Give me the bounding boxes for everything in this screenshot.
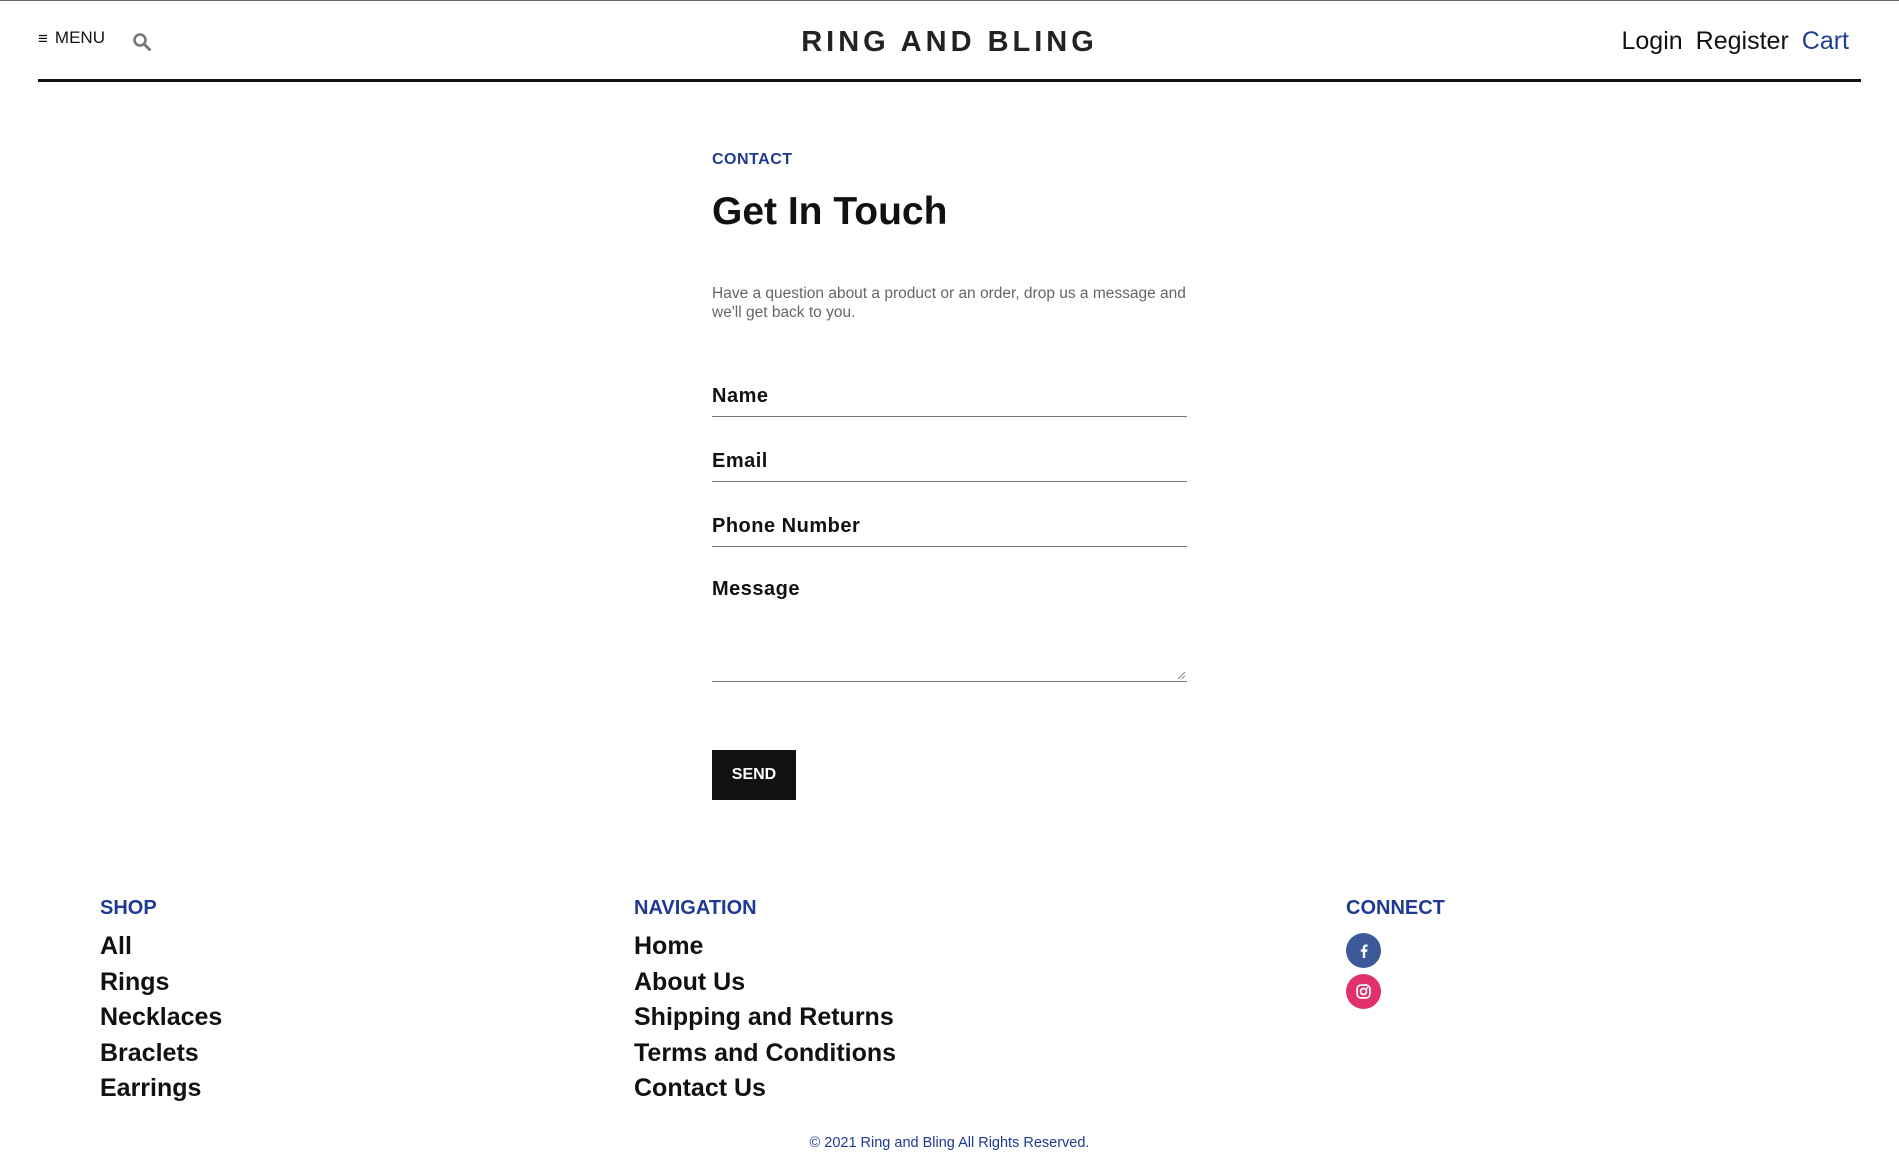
email-field[interactable] [712,442,1187,473]
phone-field-wrapper [712,507,1187,547]
register-link[interactable]: Register [1696,27,1789,56]
brand-logo: RING AND BLING [801,26,1098,58]
account-links: Login Register Cart [1622,27,1850,56]
footer-heading-shop: SHOP [100,897,157,919]
footer-navigation: NAVIGATION Home About Us Shipping and Re… [634,897,896,1109]
name-field-wrapper [712,377,1187,417]
menu-label: MENU [54,28,105,47]
phone-field[interactable] [712,507,1187,538]
footer-link-braclets[interactable]: Braclets [100,1038,222,1074]
shop-links: All Rings Necklaces Braclets Earrings [100,931,222,1109]
menu-button[interactable]: ≡ MENU [38,28,105,48]
name-field[interactable] [712,377,1187,408]
resize-grip-icon[interactable] [1176,670,1186,680]
copyright-text: © 2021 Ring and Bling All Rights Reserve… [809,1135,1090,1151]
footer-heading-connect: CONNECT [1346,897,1445,919]
footer-link-contact-us[interactable]: Contact Us [634,1073,896,1109]
message-field-wrapper [712,570,1187,682]
footer-link-about-us[interactable]: About Us [634,967,896,1003]
contact-section: CONTACT Get In Touch Have a question abo… [712,151,1187,800]
send-button[interactable]: SEND [712,750,796,800]
footer-link-home[interactable]: Home [634,931,896,967]
site-header: ≡ MENU RING AND BLING Login Register Car… [38,1,1861,82]
footer-link-shipping-returns[interactable]: Shipping and Returns [634,1002,896,1038]
facebook-icon [1360,944,1368,958]
navigation-links: Home About Us Shipping and Returns Terms… [634,931,896,1109]
page-title: Get In Touch [712,190,948,233]
instagram-icon [1356,984,1371,999]
intro-text: Have a question about a product or an or… [712,285,1186,321]
footer-link-earrings[interactable]: Earrings [100,1073,222,1109]
cart-link[interactable]: Cart [1802,27,1849,56]
footer-link-rings[interactable]: Rings [100,967,222,1003]
footer-link-necklaces[interactable]: Necklaces [100,1002,222,1038]
login-link[interactable]: Login [1622,27,1683,56]
message-field[interactable] [712,570,1187,681]
footer-connect: CONNECT [1346,897,1445,1009]
email-field-wrapper [712,442,1187,482]
instagram-button[interactable] [1346,974,1381,1009]
footer-link-all[interactable]: All [100,931,222,967]
hamburger-icon: ≡ [38,28,48,48]
footer-heading-navigation: NAVIGATION [634,897,757,919]
facebook-button[interactable] [1346,933,1381,968]
social-links [1346,933,1445,1009]
section-eyebrow: CONTACT [712,151,793,168]
footer-shop: SHOP All Rings Necklaces Braclets Earrin… [100,897,222,1109]
search-icon[interactable] [132,32,152,52]
footer-link-terms-conditions[interactable]: Terms and Conditions [634,1038,896,1074]
